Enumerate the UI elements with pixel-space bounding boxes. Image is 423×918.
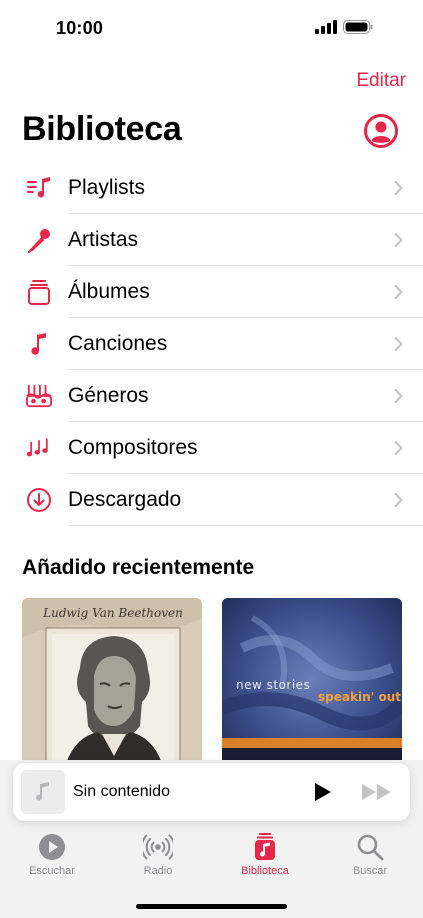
album-cover-new-stories: new stories speakin' out	[222, 598, 402, 778]
edit-button[interactable]: Editar	[356, 70, 406, 92]
menu-item-artists[interactable]: Artistas	[0, 214, 423, 266]
music-note-icon	[36, 782, 49, 801]
search-icon	[357, 834, 384, 861]
tab-label: Biblioteca	[241, 865, 289, 877]
menu-item-label: Playlists	[68, 176, 146, 199]
tab-label: Escuchar	[29, 865, 75, 877]
chevron-right-icon	[394, 233, 403, 247]
composers-icon	[26, 435, 52, 461]
tab-label: Buscar	[352, 865, 388, 877]
account-icon	[364, 114, 398, 148]
menu-item-playlists[interactable]: Playlists	[0, 162, 423, 214]
fast-forward-button[interactable]	[361, 782, 393, 802]
radio-icon	[143, 834, 173, 860]
menu-item-composers[interactable]: Compositores	[0, 422, 423, 474]
download-icon	[26, 487, 52, 513]
chevron-right-icon	[394, 285, 403, 299]
chevron-right-icon	[394, 337, 403, 351]
menu-item-label: Compositores	[68, 436, 198, 459]
tab-biblioteca[interactable]: Biblioteca	[225, 832, 305, 877]
menu-item-label: Artistas	[68, 228, 139, 251]
album-cover-text: Ludwig Van Beethoven	[42, 606, 183, 620]
music-note-icon	[26, 331, 52, 357]
menu-item-label: Canciones	[68, 332, 168, 355]
status-time: 10:00	[56, 18, 104, 38]
menu-item-genres[interactable]: Géneros	[0, 370, 423, 422]
chevron-right-icon	[394, 181, 403, 195]
menu-item-downloaded[interactable]: Descargado	[0, 474, 423, 526]
play-button[interactable]	[311, 781, 333, 803]
album-cover-text: new stories	[236, 678, 310, 692]
divider	[68, 525, 423, 526]
album-cover-text: speakin' out	[318, 690, 401, 704]
play-circle-icon	[39, 834, 65, 860]
battery-icon	[343, 20, 373, 34]
menu-item-label: Descargado	[68, 488, 182, 511]
chevron-right-icon	[394, 441, 403, 455]
signal-icon	[315, 20, 337, 34]
tab-radio[interactable]: Radio	[118, 832, 198, 877]
status-bar: 10:00	[0, 0, 423, 56]
mini-player[interactable]: Sin contenido	[13, 763, 410, 821]
menu-item-label: Álbumes	[68, 280, 150, 303]
microphone-icon	[26, 227, 52, 253]
menu-item-label: Géneros	[68, 384, 149, 407]
playlist-icon	[26, 175, 52, 201]
home-indicator[interactable]	[136, 904, 287, 909]
album-cover-beethoven: Ludwig Van Beethoven	[22, 598, 202, 778]
tab-escuchar[interactable]: Escuchar	[12, 832, 92, 877]
chevron-right-icon	[394, 493, 403, 507]
recently-added-title: Añadido recientemente	[22, 556, 255, 579]
menu-item-songs[interactable]: Canciones	[0, 318, 423, 370]
tab-buscar[interactable]: Buscar	[330, 832, 410, 877]
page-title: Biblioteca	[22, 110, 182, 148]
album-card-new-stories[interactable]: new stories speakin' out	[222, 598, 402, 778]
mini-player-title: Sin contenido	[73, 783, 170, 800]
genres-icon	[26, 383, 52, 409]
chevron-right-icon	[394, 389, 403, 403]
mini-player-artwork	[21, 770, 65, 814]
library-menu: Playlists Artistas Álbumes Canciones Gén…	[0, 162, 423, 526]
account-button[interactable]	[363, 113, 399, 149]
album-stack-icon	[26, 279, 52, 305]
album-card-beethoven[interactable]: Ludwig Van Beethoven	[22, 598, 202, 778]
tab-label: Radio	[143, 865, 173, 877]
library-icon	[255, 833, 275, 860]
status-icons	[315, 20, 373, 34]
menu-item-albums[interactable]: Álbumes	[0, 266, 423, 318]
